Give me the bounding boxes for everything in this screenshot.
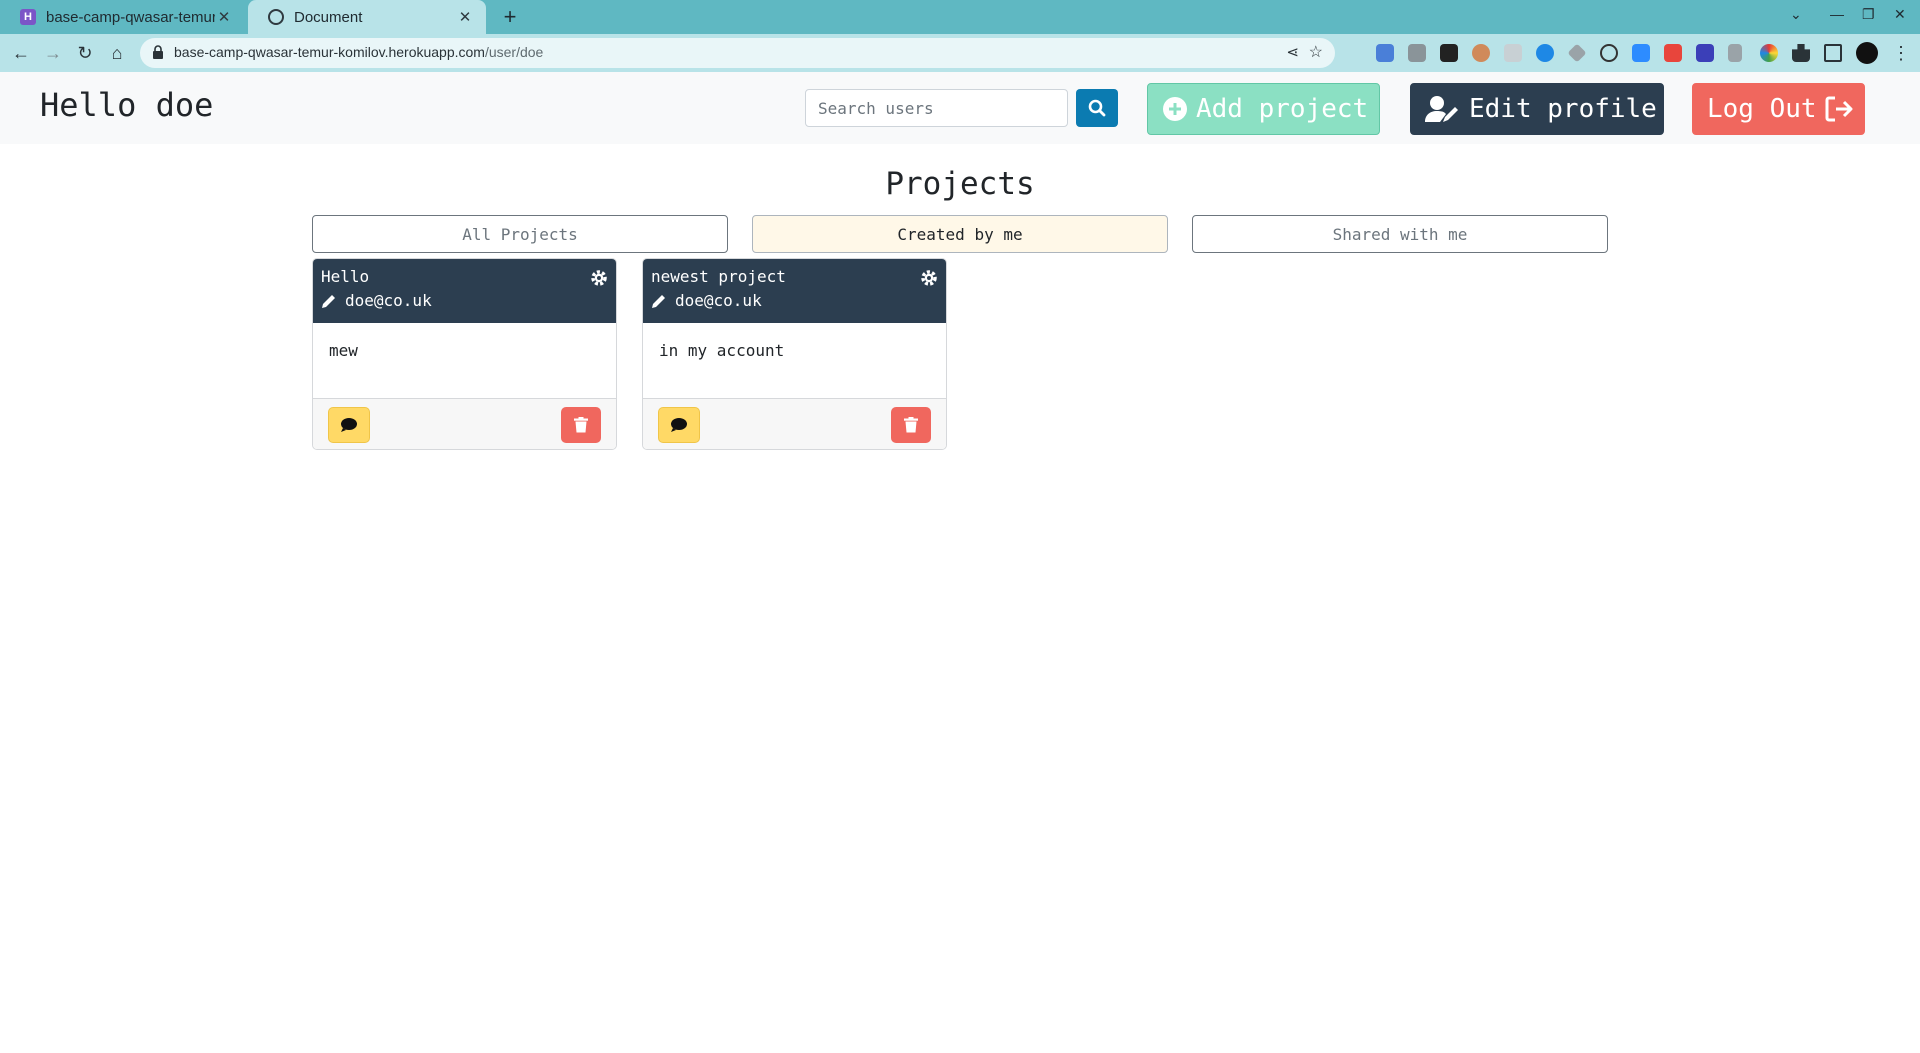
search-button[interactable] <box>1076 89 1118 127</box>
pencil-icon <box>652 294 665 308</box>
delete-project-button[interactable] <box>891 407 931 443</box>
extension-icon[interactable] <box>1504 44 1522 62</box>
add-project-button[interactable]: Add project <box>1147 83 1380 135</box>
page-title: Projects <box>885 166 1035 202</box>
project-description: in my account <box>643 323 946 399</box>
sign-out-icon <box>1825 96 1853 122</box>
window-close-icon[interactable]: ✕ <box>1894 6 1906 23</box>
plus-circle-icon <box>1163 97 1187 121</box>
project-card: Hello doe@co.uk mew <box>312 258 617 450</box>
reload-icon[interactable]: ↻ <box>74 42 96 64</box>
url-text: base-camp-qwasar-temur-komilov.herokuapp… <box>174 44 543 60</box>
project-card: newest project doe@co.uk in my account <box>642 258 947 450</box>
user-edit-icon <box>1425 96 1458 122</box>
project-owner: doe@co.uk <box>651 291 938 310</box>
edit-profile-button[interactable]: Edit profile <box>1410 83 1664 135</box>
search-users-input[interactable] <box>805 89 1068 127</box>
comment-icon <box>671 418 687 432</box>
translate-extension-icon[interactable] <box>1376 44 1394 62</box>
url-host: base-camp-qwasar-temur-komilov.herokuapp… <box>174 44 485 60</box>
extension-icon[interactable] <box>1567 43 1587 63</box>
tab-close-icon[interactable]: ✕ <box>215 8 233 26</box>
browser-toolbar: ← → ↻ ⌂ base-camp-qwasar-temur-komilov.h… <box>0 34 1920 72</box>
bookmark-star-icon[interactable]: ☆ <box>1309 42 1323 62</box>
logout-label: Log Out <box>1707 94 1817 124</box>
address-bar[interactable]: base-camp-qwasar-temur-komilov.herokuapp… <box>140 38 1335 68</box>
zoom-extension-icon[interactable] <box>1632 44 1650 62</box>
heroku-favicon-icon: H <box>20 9 36 25</box>
project-card-footer <box>643 399 946 449</box>
app-header: Hello doe Add project Edit profile Log O… <box>0 72 1920 144</box>
project-name: Hello <box>321 267 370 286</box>
gear-icon[interactable] <box>590 269 608 287</box>
tab-title: Document <box>294 8 363 26</box>
forward-icon[interactable]: → <box>42 42 64 64</box>
pencil-icon <box>322 294 335 308</box>
project-card-header: Hello doe@co.uk <box>313 259 616 323</box>
add-project-label: Add project <box>1196 94 1369 124</box>
puzzle-icon[interactable] <box>1792 44 1810 62</box>
browser-tab-heroku[interactable]: H base-camp-qwasar-temur-komilov.herokua… <box>0 0 245 34</box>
greeting-title: Hello doe <box>40 86 214 124</box>
project-name: newest project <box>651 267 786 286</box>
extension-icon[interactable] <box>1408 44 1426 62</box>
share-icon[interactable]: ⋖ <box>1286 43 1299 61</box>
project-card-header: newest project doe@co.uk <box>643 259 946 323</box>
filter-all-projects[interactable]: All Projects <box>312 215 728 253</box>
extension-icon[interactable] <box>1664 44 1682 62</box>
owner-email: doe@co.uk <box>675 291 762 310</box>
color-extension-icon[interactable] <box>1760 44 1778 62</box>
trash-icon <box>904 417 918 433</box>
project-card-footer <box>313 399 616 449</box>
filter-shared-with-me[interactable]: Shared with me <box>1192 215 1608 253</box>
owner-email: doe@co.uk <box>345 291 432 310</box>
globe-icon <box>268 9 284 25</box>
project-description: mew <box>313 323 616 399</box>
menu-kebab-icon[interactable]: ⋮ <box>1890 42 1912 64</box>
gear-icon[interactable] <box>920 269 938 287</box>
comment-icon <box>341 418 357 432</box>
url-path: /user/doe <box>484 44 544 60</box>
extension-icon[interactable] <box>1440 44 1458 62</box>
edit-profile-label: Edit profile <box>1469 94 1657 124</box>
extension-icon[interactable] <box>1696 44 1714 62</box>
home-icon[interactable]: ⌂ <box>106 42 128 64</box>
project-owner: doe@co.uk <box>321 291 608 310</box>
browser-tab-document[interactable]: Document ✕ <box>248 0 486 34</box>
tab-title: base-camp-qwasar-temur-komilov.herokuapp… <box>46 8 215 26</box>
browser-tabstrip: H base-camp-qwasar-temur-komilov.herokua… <box>0 0 1920 34</box>
avatar[interactable] <box>1856 42 1878 64</box>
side-panel-icon[interactable] <box>1824 44 1842 62</box>
tab-search-icon[interactable]: ⌄ <box>1790 6 1802 23</box>
search-icon <box>1088 99 1106 117</box>
new-tab-button[interactable]: + <box>498 4 522 30</box>
lock-icon <box>153 45 163 59</box>
tab-close-icon[interactable]: ✕ <box>456 8 474 26</box>
extension-icon[interactable] <box>1600 44 1618 62</box>
back-icon[interactable]: ← <box>10 42 32 64</box>
extension-icon[interactable] <box>1472 44 1490 62</box>
logout-button[interactable]: Log Out <box>1692 83 1865 135</box>
extension-icon[interactable] <box>1728 44 1742 62</box>
minimize-icon[interactable]: — <box>1830 6 1844 22</box>
trash-icon <box>574 417 588 433</box>
filter-created-by-me[interactable]: Created by me <box>752 215 1168 253</box>
extension-icon[interactable] <box>1536 44 1554 62</box>
comment-button[interactable] <box>328 407 370 443</box>
delete-project-button[interactable] <box>561 407 601 443</box>
restore-icon[interactable]: ❐ <box>1862 6 1875 23</box>
comment-button[interactable] <box>658 407 700 443</box>
